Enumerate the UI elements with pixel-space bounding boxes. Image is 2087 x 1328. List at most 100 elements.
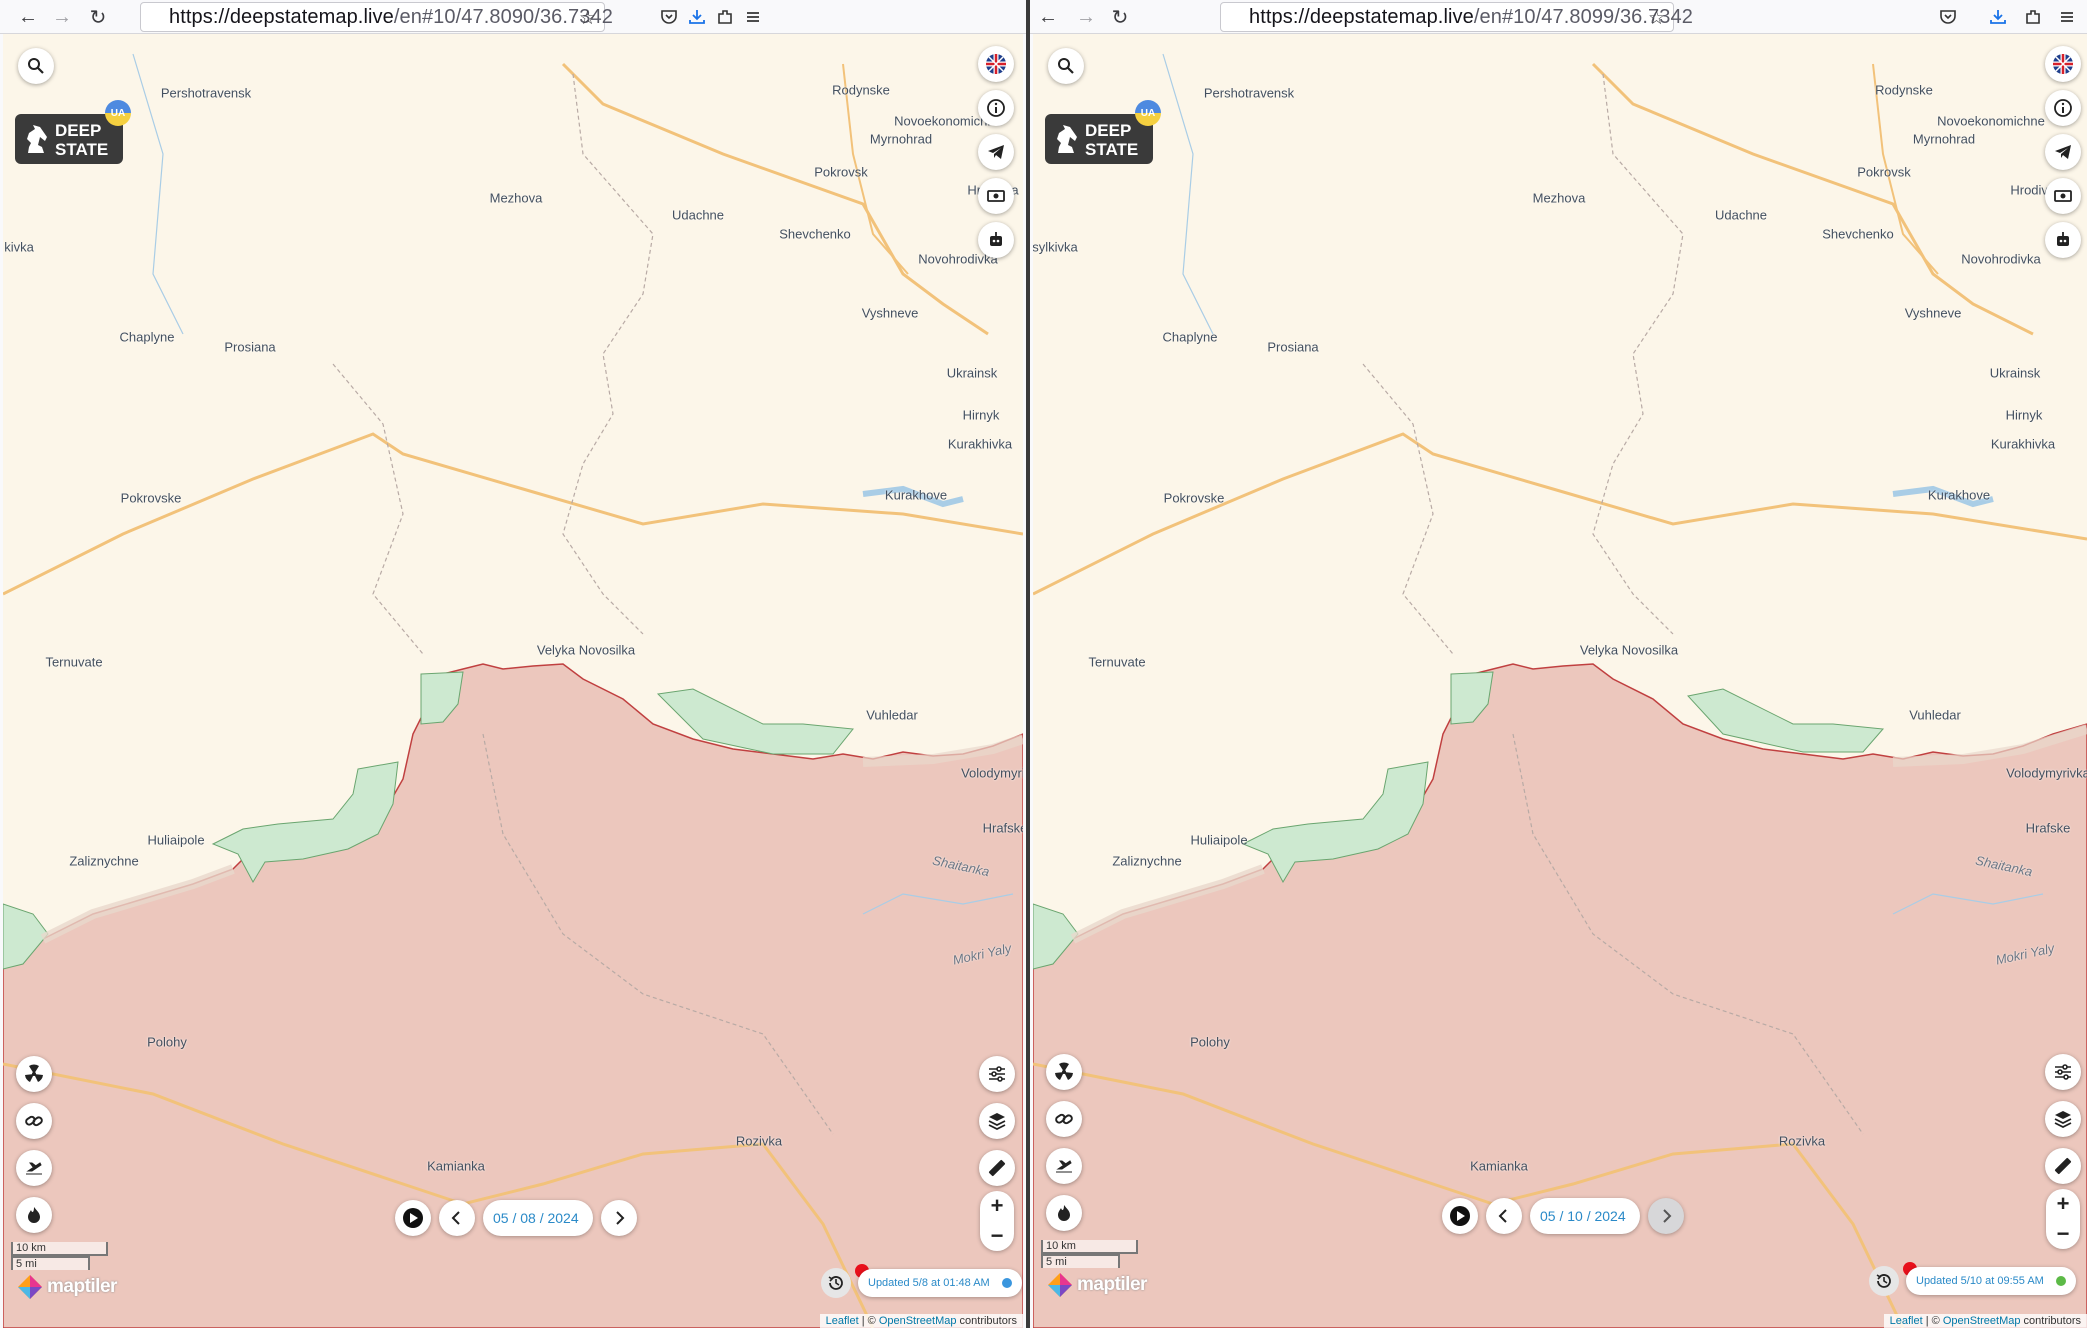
infrastructure-button[interactable]	[16, 1103, 52, 1139]
place-label: Novohrodivka	[1961, 251, 2041, 267]
maptiler-logo[interactable]: maptiler	[1047, 1272, 1147, 1298]
leaflet-link[interactable]: Leaflet	[826, 1315, 859, 1327]
zoom-in-button[interactable]: +	[2046, 1189, 2080, 1219]
zoom-out-button[interactable]: −	[980, 1221, 1014, 1251]
ua-badge: UA	[105, 100, 131, 126]
search-button[interactable]	[1048, 48, 1084, 84]
url-host: https://deepstatemap.live	[169, 5, 394, 28]
prev-date-button[interactable]	[439, 1200, 475, 1236]
scale-bar: 10 km 5 mi	[1041, 1240, 1138, 1268]
browser-toolbar: ← → ↻ https://deepstatemap.live/en#10/47…	[1030, 0, 2087, 34]
date-picker[interactable]: 05 / 08 / 2024	[483, 1200, 593, 1236]
history-button[interactable]	[821, 1268, 851, 1298]
browser-window-left: ← → ↻ https://deepstatemap.live/en#10/47…	[0, 0, 1026, 1328]
play-button[interactable]	[1442, 1198, 1478, 1234]
place-label: Rozivka	[1778, 1133, 1826, 1149]
next-date-button[interactable]	[601, 1200, 637, 1236]
next-date-button[interactable]	[1648, 1198, 1684, 1234]
pocket-icon[interactable]	[1935, 4, 1961, 30]
maptiler-logo[interactable]: maptiler	[17, 1274, 117, 1300]
forward-button[interactable]: →	[1072, 3, 1100, 31]
language-button[interactable]	[978, 46, 1014, 82]
url-bar[interactable]: https://deepstatemap.live/en#10/47.8090/…	[140, 2, 613, 32]
airplane-icon	[1056, 1160, 1072, 1173]
place-label: Kurakhove	[884, 487, 948, 503]
zoom-in-button[interactable]: +	[980, 1191, 1014, 1221]
info-icon	[2054, 99, 2072, 117]
donate-button[interactable]	[2045, 178, 2081, 214]
info-icon	[987, 99, 1005, 117]
info-button[interactable]	[978, 90, 1014, 126]
extensions-icon[interactable]	[2020, 4, 2046, 30]
fire-icon	[28, 1207, 40, 1223]
fire-button[interactable]	[1046, 1195, 1082, 1231]
url-bar[interactable]: https://deepstatemap.live/en#10/47.8099/…	[1220, 2, 1693, 32]
zoom-control: + −	[2046, 1189, 2080, 1249]
place-label: Kurakhivka	[1990, 436, 2056, 452]
menu-icon[interactable]	[2054, 4, 2080, 30]
telegram-button[interactable]	[978, 134, 1014, 170]
layers-button[interactable]	[979, 1103, 1015, 1139]
scale-km: 10 km	[11, 1242, 108, 1256]
pocket-icon[interactable]	[656, 4, 682, 30]
nuclear-button[interactable]	[1046, 1054, 1082, 1090]
play-button[interactable]	[395, 1200, 431, 1236]
airfield-button[interactable]	[1046, 1148, 1082, 1184]
place-label: Rozivka	[735, 1133, 783, 1149]
place-label: Ternuvate	[45, 654, 103, 670]
donate-button[interactable]	[978, 178, 1014, 214]
place-label: Volodymyrivka	[2006, 765, 2087, 781]
leaflet-link[interactable]: Leaflet	[1890, 1315, 1923, 1327]
place-label: Pokrovsk	[814, 164, 868, 180]
place-label: Kamianka	[427, 1158, 485, 1174]
history-button[interactable]	[1869, 1266, 1899, 1296]
bookmark-star-icon[interactable]: ☆	[579, 7, 596, 30]
layers-button[interactable]	[2045, 1101, 2081, 1137]
filters-button[interactable]	[2045, 1054, 2081, 1090]
status-dot	[2055, 1276, 2066, 1286]
search-icon	[28, 58, 44, 74]
osm-link[interactable]: OpenStreetMap	[879, 1315, 957, 1327]
deepstate-logo[interactable]: DEEP STATE UA	[1045, 100, 1161, 164]
place-label: Velyka Novosilka	[536, 642, 636, 658]
deepstate-logo[interactable]: DEEP STATE UA	[15, 100, 131, 164]
place-label: Hirnyk	[2005, 407, 2043, 423]
bot-button[interactable]	[2045, 222, 2081, 258]
uk-flag-icon	[2053, 54, 2073, 74]
airfield-button[interactable]	[16, 1150, 52, 1186]
bookmark-star-icon[interactable]: ☆	[1648, 7, 1665, 30]
play-icon	[1450, 1206, 1470, 1226]
zoom-out-button[interactable]: −	[2046, 1219, 2080, 1249]
place-label: Chaplyne	[119, 329, 175, 345]
info-button[interactable]	[2045, 90, 2081, 126]
prev-date-button[interactable]	[1486, 1198, 1522, 1234]
chevron-right-icon	[616, 1211, 625, 1225]
nuclear-button[interactable]	[16, 1056, 52, 1092]
reload-button[interactable]: ↻	[84, 3, 112, 31]
infrastructure-button[interactable]	[1046, 1101, 1082, 1137]
extensions-icon[interactable]	[712, 4, 738, 30]
map-viewport[interactable]: Pershotravensk Rodynske Novoekonomichne …	[1033, 34, 2087, 1328]
filters-button[interactable]	[979, 1056, 1015, 1092]
back-button[interactable]: ←	[14, 3, 42, 31]
telegram-icon	[2055, 145, 2071, 159]
ruler-button[interactable]	[979, 1150, 1015, 1186]
robot-icon	[2057, 232, 2069, 246]
language-button[interactable]	[2045, 46, 2081, 82]
search-button[interactable]	[18, 48, 54, 84]
reload-button[interactable]: ↻	[1106, 3, 1134, 31]
osm-link[interactable]: OpenStreetMap	[1943, 1315, 2021, 1327]
back-button[interactable]: ←	[1034, 3, 1062, 31]
date-picker[interactable]: 05 / 10 / 2024	[1530, 1198, 1640, 1234]
ruler-button[interactable]	[2045, 1148, 2081, 1184]
place-label: Kurakhivka	[947, 436, 1013, 452]
download-icon[interactable]	[684, 4, 710, 30]
download-icon[interactable]	[1985, 4, 2011, 30]
forward-button[interactable]: →	[48, 3, 76, 31]
bot-button[interactable]	[978, 222, 1014, 258]
menu-icon[interactable]	[740, 4, 766, 30]
telegram-button[interactable]	[2045, 134, 2081, 170]
map-viewport[interactable]: Pershotravensk Rodynske Novoekonomichne …	[3, 34, 1023, 1328]
logo-text-deep: DEEP	[55, 121, 102, 140]
fire-button[interactable]	[16, 1197, 52, 1233]
